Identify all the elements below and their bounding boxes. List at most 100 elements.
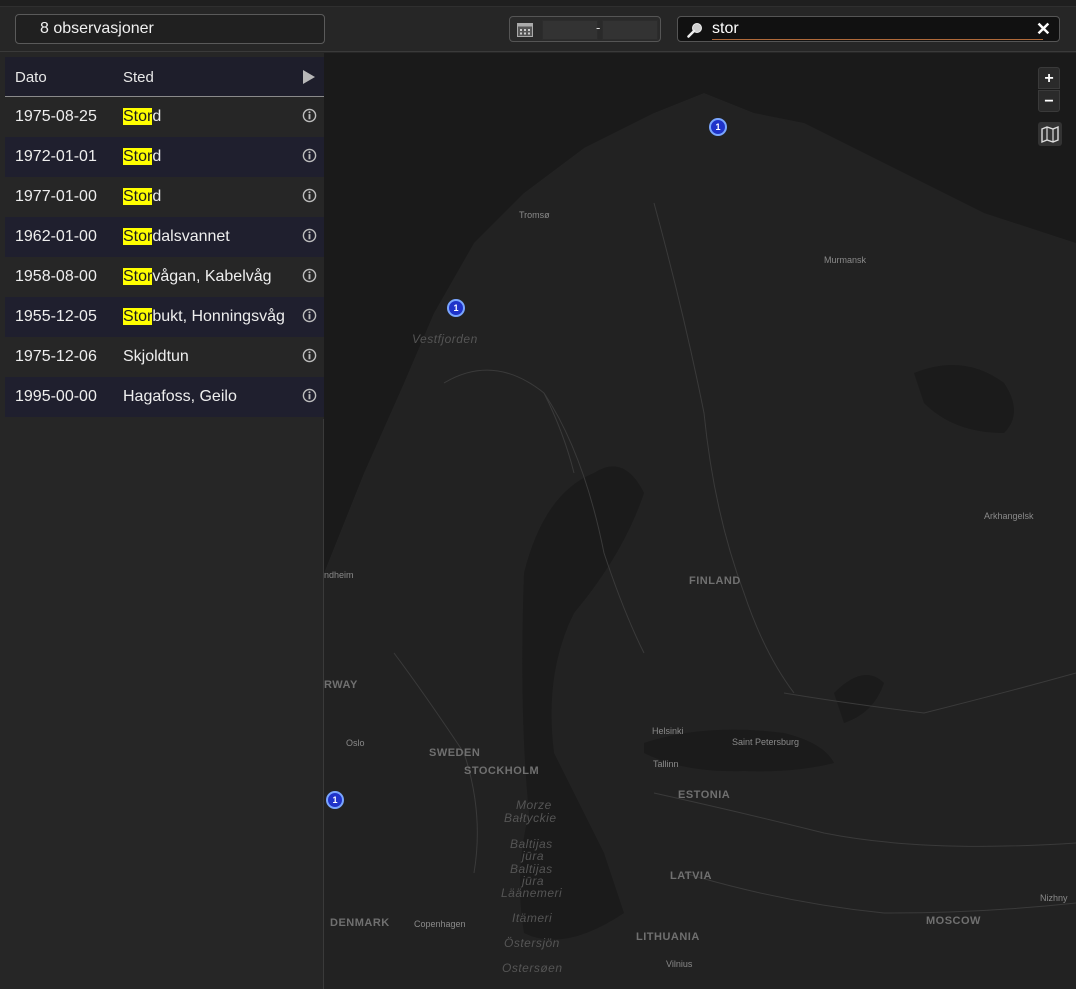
map-label-finland: FINLAND (689, 575, 741, 587)
map-label-estonia: ESTONIA (678, 789, 731, 801)
date-separator: - (596, 20, 601, 35)
map-layers-button[interactable] (1038, 122, 1062, 146)
date-from-field[interactable] (542, 20, 598, 40)
map-label-vilnius: Vilnius (666, 959, 693, 969)
search-highlight: Stor (123, 148, 153, 165)
info-icon[interactable] (302, 388, 317, 403)
info-icon[interactable] (302, 348, 317, 363)
table-row[interactable]: 1962-01-00 Stordalsvannet (5, 217, 326, 257)
table-row[interactable]: 1975-12-06 Skjoldtun (5, 337, 326, 377)
map-label-sea: Östersjön (504, 936, 560, 950)
map-label-st-petersburg: Saint Petersburg (732, 737, 800, 747)
search-underline (712, 39, 1043, 40)
map-label-sea: Ostersøen (502, 961, 563, 975)
map-label-sea: Läänemeri (501, 886, 563, 900)
row-date: 1975-12-06 (15, 348, 97, 365)
map-label-helsinki: Helsinki (652, 726, 684, 736)
calendar-icon (517, 23, 533, 37)
map-label-arkhangelsk: Arkhangelsk (984, 511, 1034, 521)
zoom-in-button[interactable]: + (1038, 67, 1060, 89)
table-header: Dato Sted (5, 57, 326, 97)
row-date: 1958-08-00 (15, 268, 97, 285)
search-highlight: Stor (123, 108, 153, 125)
row-place: Stord (123, 188, 161, 206)
map-marker[interactable]: 1 (326, 791, 344, 809)
row-place-rest: Skjoldtun (123, 348, 189, 365)
search-highlight: Stor (123, 188, 153, 205)
map-label-stockholm: STOCKHOLM (464, 765, 540, 777)
map-label-sweden: SWEDEN (429, 747, 481, 759)
close-icon[interactable]: ✕ (1036, 20, 1051, 38)
map-label-latvia: LATVIA (670, 870, 712, 882)
table-row[interactable]: 1972-01-01 Stord (5, 137, 326, 177)
map-label-oslo: Oslo (346, 738, 365, 748)
table-row[interactable]: 1977-01-00 Stord (5, 177, 326, 217)
map-label-denmark: DENMARK (330, 917, 390, 929)
map-label-sea: Itämeri (512, 911, 553, 925)
map-label-murmansk: Murmansk (824, 255, 867, 265)
date-to-field[interactable] (602, 20, 658, 40)
row-place-rest: dalsvannet (152, 228, 230, 245)
row-place-rest: bukt, Honningsvåg (152, 308, 285, 325)
info-icon[interactable] (302, 188, 317, 203)
column-header-place[interactable]: Sted (123, 69, 154, 86)
expand-arrow-icon[interactable] (303, 70, 315, 84)
row-date: 1962-01-00 (15, 228, 97, 245)
row-place-rest: Hagafoss, Geilo (123, 388, 237, 405)
map-label-copenhagen: Copenhagen (414, 919, 466, 929)
row-date: 1975-08-25 (15, 108, 97, 125)
info-icon[interactable] (302, 268, 317, 283)
row-place: Storbukt, Honningsvåg (123, 308, 285, 326)
date-range-filter[interactable]: - (509, 16, 661, 42)
map-icon (1041, 125, 1059, 144)
map-label-trondheim: ndheim (324, 570, 354, 580)
search-highlight: Stor (123, 268, 153, 285)
map-marker[interactable]: 1 (447, 299, 465, 317)
row-date: 1955-12-05 (15, 308, 97, 325)
map-view[interactable]: Tromsø Murmansk Vestfjorden Arkhangelsk … (324, 53, 1076, 989)
info-icon[interactable] (302, 148, 317, 163)
table-row[interactable]: 1995-00-00 Hagafoss, Geilo (5, 377, 326, 417)
map-label-tromso: Tromsø (519, 210, 550, 220)
row-place-rest: d (152, 188, 162, 205)
search-icon (687, 23, 702, 38)
row-place: Stordalsvannet (123, 228, 230, 246)
row-place: Stord (123, 148, 161, 166)
map-label-tallinn: Tallinn (653, 759, 679, 769)
observation-count[interactable]: 8 observasjoner (15, 14, 325, 44)
row-place-rest: vågan, Kabelvåg (152, 268, 272, 285)
top-bar: 8 observasjoner - ✕ (0, 0, 1076, 52)
row-place-rest: d (152, 148, 162, 165)
observation-table: Dato Sted 1975-08-25 Stord 1972-01-01 Stord… (5, 57, 326, 419)
info-icon[interactable] (302, 108, 317, 123)
search-highlight: Stor (123, 308, 153, 325)
row-place: Stord (123, 108, 161, 126)
zoom-out-button[interactable]: − (1038, 90, 1060, 112)
map-label-sea: jūra (522, 849, 545, 863)
map-label-lithuania: LITHUANIA (636, 931, 700, 943)
map-label-norway: RWAY (324, 679, 358, 691)
row-place: Storvågan, Kabelvåg (123, 268, 272, 286)
row-date: 1995-00-00 (15, 388, 97, 405)
table-row[interactable]: 1955-12-05 Storbukt, Honningsvåg (5, 297, 326, 337)
table-row[interactable]: 1958-08-00 Storvågan, Kabelvåg (5, 257, 326, 297)
search-highlight: Stor (123, 228, 153, 245)
search-input[interactable] (712, 19, 1022, 39)
row-date: 1972-01-01 (15, 148, 97, 165)
row-place: Hagafoss, Geilo (123, 388, 237, 406)
map-label-moscow: MOSCOW (926, 915, 981, 927)
map-label-vestfjorden: Vestfjorden (412, 332, 478, 346)
table-row[interactable]: 1975-08-25 Stord (5, 97, 326, 137)
search-box[interactable]: ✕ (677, 16, 1060, 42)
column-header-date[interactable]: Dato (15, 69, 47, 86)
row-date: 1977-01-00 (15, 188, 97, 205)
row-place-rest: d (152, 108, 162, 125)
map-label-nizhny: Nizhny (1040, 893, 1068, 903)
map-background (324, 53, 1076, 989)
map-label-sea: Bałtyckie (504, 811, 557, 825)
map-label-sea: Morze (516, 798, 552, 812)
info-icon[interactable] (302, 308, 317, 323)
row-place: Skjoldtun (123, 348, 189, 366)
info-icon[interactable] (302, 228, 317, 243)
map-marker[interactable]: 1 (709, 118, 727, 136)
